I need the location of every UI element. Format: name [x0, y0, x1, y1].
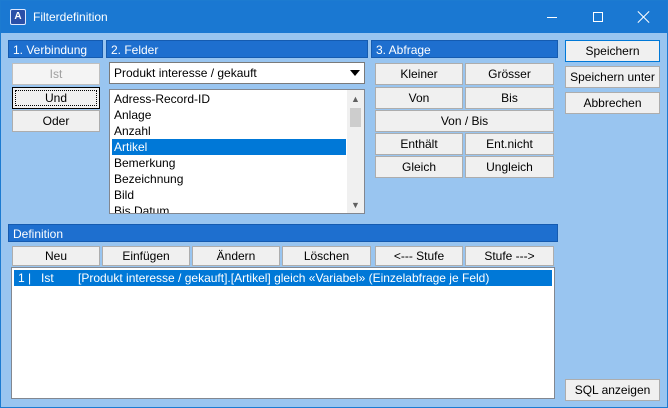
abbrechen-button[interactable]: Abbrechen [565, 92, 660, 114]
window-title: Filterdefinition [33, 10, 108, 24]
oder-button[interactable]: Oder [12, 110, 100, 132]
einfuegen-button[interactable]: Einfügen [102, 246, 190, 266]
enthaelt-button[interactable]: Enthält [375, 133, 463, 155]
speichern-unter-button[interactable]: Speichern unter [565, 66, 660, 88]
scroll-up-icon[interactable]: ▲ [347, 90, 364, 107]
bis-button[interactable]: Bis [465, 87, 554, 109]
list-item[interactable]: Bis Datum [112, 203, 346, 213]
definition-header: Definition [8, 224, 558, 242]
list-item-selected[interactable]: Artikel [112, 139, 346, 155]
minimize-button[interactable] [529, 1, 575, 33]
filterdefinition-window: A Filterdefinition 1. Verbindung Ist Und… [0, 0, 668, 408]
list-item[interactable]: Adress-Record-ID [112, 91, 346, 107]
row-connector: Ist [41, 271, 54, 285]
scrollbar-thumb[interactable] [350, 108, 361, 127]
vertical-scrollbar[interactable]: ▲ ▼ [347, 90, 364, 213]
groesser-button[interactable]: Grösser [465, 63, 554, 85]
chevron-down-icon [350, 70, 360, 76]
felder-listbox[interactable]: Adress-Record-ID Anlage Anzahl Artikel B… [109, 89, 365, 214]
ungleich-button[interactable]: Ungleich [465, 156, 554, 178]
kleiner-button[interactable]: Kleiner [375, 63, 463, 85]
app-icon: A [10, 9, 26, 25]
von-bis-button[interactable]: Von / Bis [375, 110, 554, 132]
ent-nicht-button[interactable]: Ent.nicht [465, 133, 554, 155]
neu-button[interactable]: Neu [12, 246, 100, 266]
gleich-button[interactable]: Gleich [375, 156, 463, 178]
von-button[interactable]: Von [375, 87, 463, 109]
stufe-zurueck-button[interactable]: <--- Stufe [375, 246, 463, 266]
feld-combobox[interactable]: Produkt interesse / gekauft [109, 62, 365, 84]
ist-button[interactable]: Ist [12, 63, 100, 85]
definition-row[interactable]: 1 | Ist [Produkt interesse / gekauft].[A… [14, 270, 552, 286]
list-item[interactable]: Bild [112, 187, 346, 203]
und-button[interactable]: Und [12, 87, 100, 109]
loeschen-button[interactable]: Löschen [282, 246, 371, 266]
close-icon [638, 11, 650, 23]
row-expression: [Produkt interesse / gekauft].[Artikel] … [78, 271, 490, 285]
list-item[interactable]: Bezeichnung [112, 171, 346, 187]
list-item[interactable]: Anzahl [112, 123, 346, 139]
definition-list[interactable]: 1 | Ist [Produkt interesse / gekauft].[A… [11, 267, 555, 399]
close-button[interactable] [621, 1, 667, 33]
felder-header: 2. Felder [106, 40, 368, 58]
combo-dropdown-button[interactable] [346, 63, 364, 83]
verbindung-header: 1. Verbindung [8, 40, 103, 58]
scroll-down-icon[interactable]: ▼ [347, 196, 364, 213]
speichern-button[interactable]: Speichern [565, 40, 660, 62]
list-item[interactable]: Bemerkung [112, 155, 346, 171]
combo-value: Produkt interesse / gekauft [114, 66, 257, 80]
maximize-button[interactable] [575, 1, 621, 33]
sql-anzeigen-button[interactable]: SQL anzeigen [565, 379, 660, 401]
title-bar[interactable]: A Filterdefinition [1, 1, 667, 33]
stufe-vor-button[interactable]: Stufe ---> [465, 246, 554, 266]
list-item[interactable]: Anlage [112, 107, 346, 123]
aendern-button[interactable]: Ändern [192, 246, 280, 266]
abfrage-header: 3. Abfrage [371, 40, 558, 58]
row-number: 1 | [18, 271, 32, 285]
maximize-icon [593, 12, 603, 22]
minimize-icon [547, 16, 557, 18]
